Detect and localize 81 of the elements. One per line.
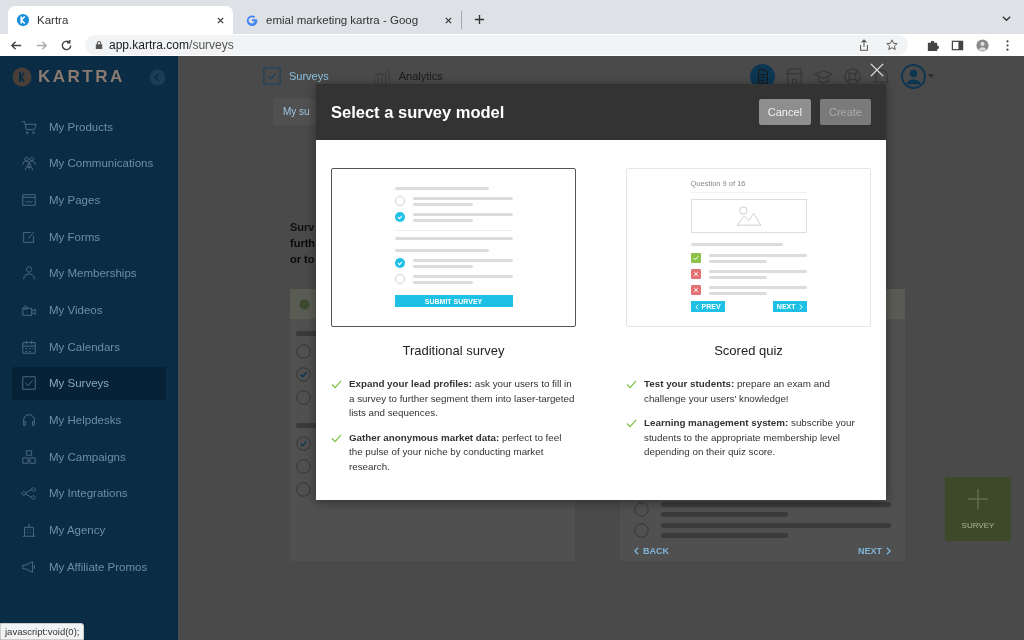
feature-text: Test your students: prepare an exam and challenge your users' knowledge!	[644, 377, 832, 406]
headset-icon	[21, 412, 37, 428]
sidebar-item[interactable]: My Campaigns	[12, 440, 166, 474]
sidebar-item[interactable]: My Videos	[12, 293, 166, 327]
logo-text: KARTRA	[38, 67, 125, 87]
check-icon	[331, 380, 342, 389]
skeleton-line	[412, 218, 473, 222]
image-icon	[735, 205, 762, 227]
modal-title: Select a survey model	[331, 102, 506, 122]
share-icon	[21, 485, 37, 502]
next-link[interactable]: NEXT	[858, 546, 891, 556]
g-logo-icon	[245, 13, 259, 27]
cancel-button[interactable]: Cancel	[758, 99, 811, 125]
check-icon	[626, 380, 637, 389]
intro-text: or to	[290, 252, 315, 267]
logo-icon	[12, 67, 32, 87]
skeleton-line	[708, 275, 768, 279]
circle-icon	[299, 298, 310, 310]
sidebar-item[interactable]: My Products	[12, 110, 166, 143]
calendar-icon	[21, 338, 37, 355]
option-title: Traditional survey	[401, 343, 506, 358]
url-text: app.kartra.com/surveys	[109, 38, 234, 52]
close-icon[interactable]	[444, 15, 453, 25]
sidebar-item[interactable]: My Agency	[12, 513, 166, 547]
person-icon	[21, 265, 37, 282]
chevron-left-icon	[694, 303, 699, 310]
building-icon	[21, 522, 37, 539]
browser-tab[interactable]: emial marketing kartra - Goog	[237, 11, 462, 29]
new-tab-icon[interactable]	[474, 14, 485, 25]
sidebar-item[interactable]: My Communications	[12, 146, 166, 180]
star-icon[interactable]	[886, 39, 898, 51]
skeleton-line	[708, 291, 768, 295]
checkbox-icon	[263, 67, 281, 85]
chevron-right-icon	[886, 547, 891, 555]
close-icon[interactable]	[216, 15, 225, 25]
check-icon	[331, 433, 342, 443]
sidebar-item[interactable]: My Surveys	[12, 366, 166, 400]
option-title: Scored quiz	[713, 343, 784, 358]
reload-icon[interactable]	[60, 38, 73, 52]
sidebar-item[interactable]: My Affiliate Promos	[12, 550, 166, 584]
sidebar-icon[interactable]	[951, 38, 964, 52]
feature-text: Expand your lead profiles: ask your users to fill in a survey to further segment them into laser-targeted lists and sequences.	[349, 377, 576, 420]
sidebar-item[interactable]: My Forms	[12, 220, 166, 254]
tab-title: emial marketing kartra - Goog	[266, 14, 420, 26]
feature-text: Gather anonymous market data: perfect to feel the pulse of your niche by conducting market research.	[349, 430, 563, 474]
chevron-down-icon[interactable]	[1001, 13, 1012, 24]
plus-icon	[968, 488, 988, 509]
lock-icon	[95, 40, 103, 50]
intro-text: Surv	[290, 220, 315, 235]
bell-icon[interactable]	[872, 66, 891, 86]
browser-window-icon	[21, 191, 37, 208]
skeleton-line	[412, 264, 473, 268]
chevron-left-icon	[634, 547, 639, 555]
skeleton-line	[412, 280, 473, 284]
checkbox-icon	[21, 375, 37, 392]
chevron-right-icon	[798, 303, 803, 310]
intro-text: furth	[290, 236, 316, 251]
sidebar-item[interactable]: My Memberships	[12, 256, 166, 290]
sidebar-item[interactable]: My Pages	[12, 183, 166, 217]
sidebar-item[interactable]: My Helpdesks	[12, 403, 166, 437]
nav-tab[interactable]: Surveys	[263, 67, 329, 85]
skeleton-line	[412, 202, 473, 206]
sidebar-item[interactable]: My Integrations	[12, 476, 166, 510]
logo-icon	[16, 13, 30, 27]
check-icon	[626, 419, 637, 428]
megaphone-icon	[21, 558, 37, 575]
puzzle-icon[interactable]	[926, 38, 939, 52]
boxes-icon	[21, 448, 37, 465]
skeleton-line	[708, 259, 768, 263]
address-bar[interactable]: app.kartra.com/surveys	[85, 35, 908, 55]
back-link[interactable]: BACK	[634, 546, 669, 556]
add-survey-button[interactable]: SURVEY	[945, 477, 1011, 541]
cart-icon	[21, 118, 37, 135]
sidebar-item[interactable]: My Calendars	[12, 330, 166, 364]
status-url: javascript:void(0);	[0, 623, 85, 640]
people-icon	[21, 155, 37, 172]
avatar-icon[interactable]	[976, 38, 989, 52]
feature-text: Learning management system: subscribe your students to the appropriate membership level depending on their quiz score.	[644, 416, 856, 459]
browser-tab[interactable]: Kartra	[8, 6, 233, 34]
share-icon[interactable]	[858, 39, 870, 51]
tab-title: Kartra	[37, 14, 70, 26]
